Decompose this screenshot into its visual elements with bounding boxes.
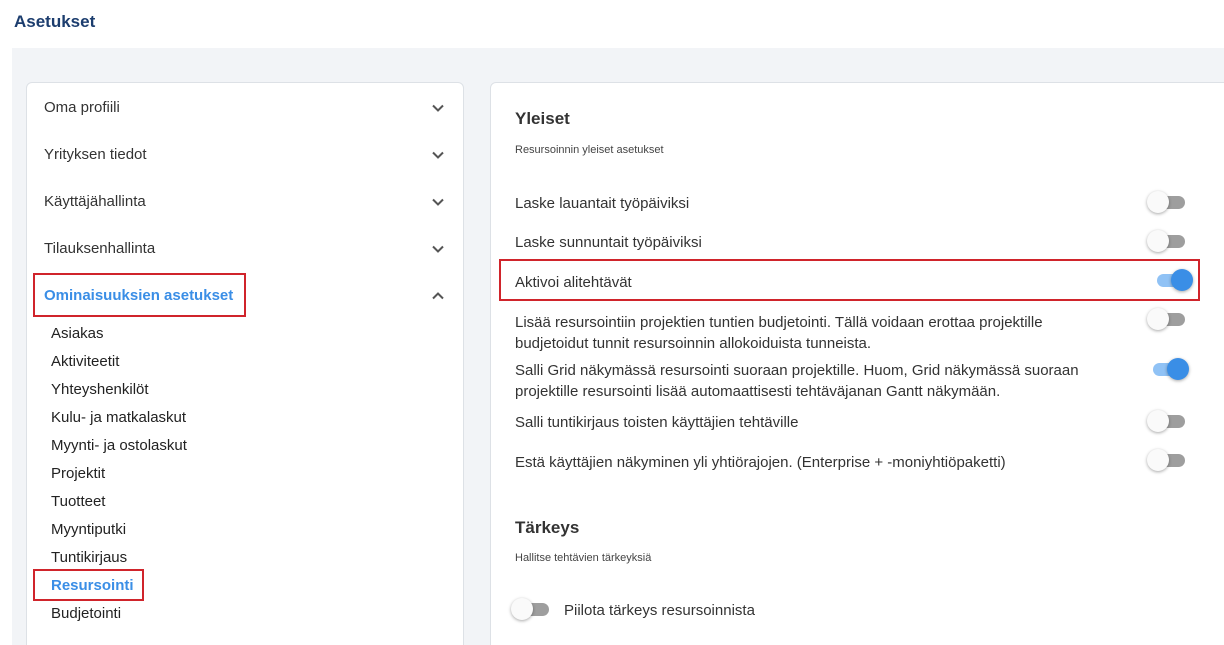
chevron-down-icon [431,101,445,115]
menu-item-kayttajahallinta[interactable]: Käyttäjähallinta [27,178,463,225]
toggle-knob [1147,308,1169,330]
resourcing-settings-panel: Yleiset Resursoinnin yleiset asetukset L… [490,82,1224,645]
sub-item-budjetointi[interactable]: Budjetointi [51,599,463,627]
toggle-knob [1147,191,1169,213]
sub-item-yhteyshenkilot[interactable]: Yhteyshenkilöt [51,375,463,403]
content-area: Oma profiili Yrityksen tiedot Käyttäjäha… [12,48,1224,645]
section-title-general: Yleiset [515,109,570,128]
setting-saturdays-label: Laske lauantait työpäiviksi [515,195,690,212]
setting-cross-company-label: Estä käyttäjien näkyminen yli yhtiörajoj… [515,454,1006,471]
sub-item-projektit[interactable]: Projektit [51,459,463,487]
toggle-grid-direct[interactable] [1149,358,1189,380]
setting-hour-budgeting-label: Lisää resursointiin projektien tuntien b… [515,314,1043,352]
toggle-knob [1167,358,1189,380]
toggle-time-entry-others[interactable] [1147,410,1187,432]
menu-item-oma-profiili[interactable]: Oma profiili [27,84,463,131]
toggle-cross-company[interactable] [1147,449,1187,471]
setting-sundays-label: Laske sunnuntait työpäiviksi [515,234,702,251]
page-title: Asetukset [14,12,96,31]
menu-item-label: Käyttäjähallinta [44,193,146,210]
toggle-sundays[interactable] [1147,230,1187,252]
highlight-box-subtasks [499,259,1200,301]
sub-item-asiakas[interactable]: Asiakas [51,319,463,347]
section-title-priority: Tärkeys [515,518,580,537]
chevron-down-icon [431,195,445,209]
setting-time-entry-others-label: Salli tuntikirjaus toisten käyttäjien te… [515,414,799,431]
menu-item-label: Tilauksenhallinta [44,240,156,257]
section-subtitle-priority: Hallitse tehtävien tärkeyksiä [515,552,652,564]
menu-item-label: Yrityksen tiedot [44,146,147,163]
chevron-down-icon [431,148,445,162]
settings-menu: Oma profiili Yrityksen tiedot Käyttäjäha… [26,82,464,645]
toggle-knob [511,598,533,620]
sub-item-myynti-ja-ostolaskut[interactable]: Myynti- ja ostolaskut [51,431,463,459]
sub-item-kulu-ja-matkalaskut[interactable]: Kulu- ja matkalaskut [51,403,463,431]
toggle-hour-budgeting[interactable] [1147,308,1187,330]
toggle-hide-priority[interactable] [511,598,551,620]
toggle-knob [1147,410,1169,432]
sub-item-tuotteet[interactable]: Tuotteet [51,487,463,515]
sub-item-myyntiputki[interactable]: Myyntiputki [51,515,463,543]
menu-item-tilauksenhallinta[interactable]: Tilauksenhallinta [27,225,463,272]
menu-item-yrityksen-tiedot[interactable]: Yrityksen tiedot [27,131,463,178]
setting-hide-priority-label: Piilota tärkeys resursoinnista [564,602,755,619]
sub-item-tuntikirjaus[interactable]: Tuntikirjaus [51,543,463,571]
chevron-down-icon [431,242,445,256]
highlight-box-resursointi [33,569,144,601]
chevron-up-icon [431,289,445,303]
highlight-box-feature-settings [33,273,246,317]
menu-item-label: Oma profiili [44,99,120,116]
setting-grid-direct-label: Salli Grid näkymässä resursointi suoraan… [515,362,1079,400]
sub-item-aktiviteetit[interactable]: Aktiviteetit [51,347,463,375]
page-header: Asetukset [0,0,1224,48]
section-subtitle-general: Resursoinnin yleiset asetukset [515,144,664,156]
toggle-knob [1147,449,1169,471]
toggle-knob [1147,230,1169,252]
toggle-saturdays[interactable] [1147,191,1187,213]
